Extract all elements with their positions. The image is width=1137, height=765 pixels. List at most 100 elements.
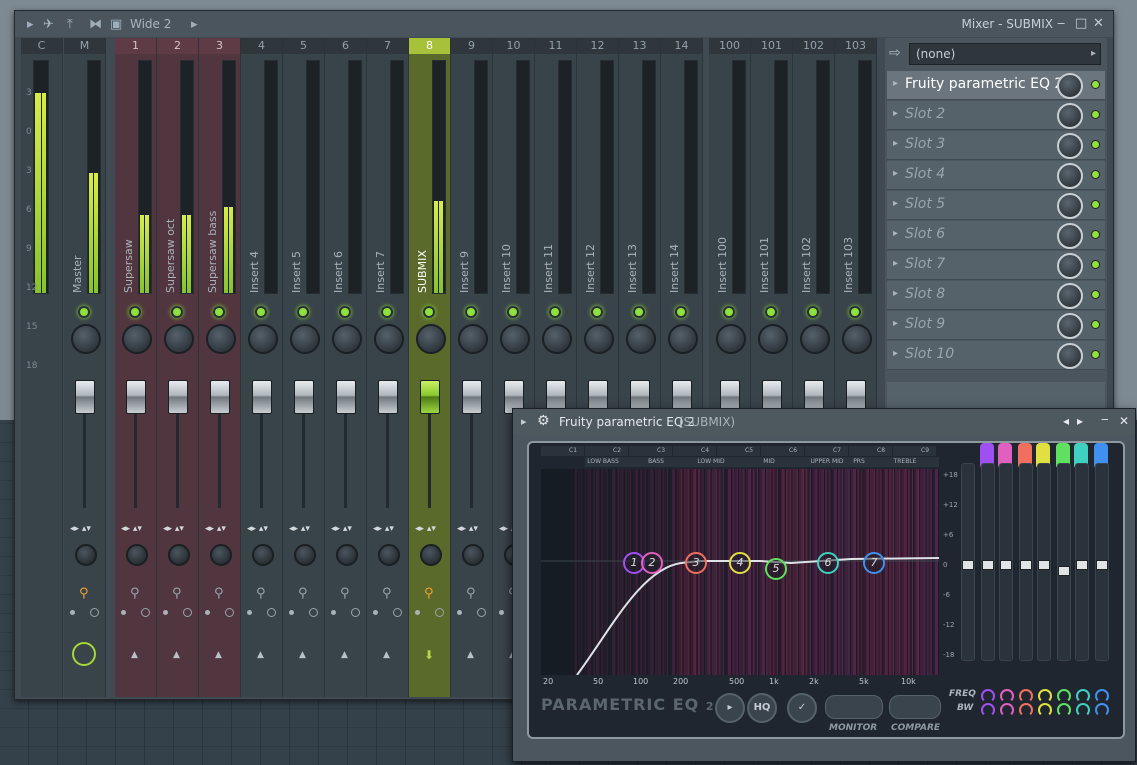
bw-knob[interactable] — [1095, 703, 1109, 717]
slider-handle[interactable] — [1058, 566, 1070, 576]
send-arrow-icon[interactable]: ▲ — [131, 650, 138, 660]
pan-knob[interactable] — [758, 324, 788, 354]
slot-enable-led[interactable] — [1091, 260, 1100, 269]
minimize-icon[interactable]: ‒ — [1057, 16, 1065, 31]
channel-enable-led[interactable] — [213, 306, 225, 318]
maximize-icon[interactable]: □ — [1075, 16, 1087, 31]
mixer-strip[interactable]: 5 Insert 5 ◂▸ ▴▾ ⚲ ▲ — [283, 38, 325, 697]
route-pin-icon[interactable]: ⚲ — [466, 586, 476, 601]
pan-knob[interactable] — [248, 324, 278, 354]
channel-enable-led[interactable] — [78, 306, 90, 318]
channel-name[interactable]: Insert 9 — [457, 98, 471, 293]
slider-handle[interactable] — [1020, 560, 1032, 570]
mixer-strip[interactable]: 3 Supersaw bass ◂▸ ▴▾ ⚲ ▲ — [199, 38, 241, 697]
solo-dot[interactable] — [415, 610, 420, 615]
stereo-swap-icon[interactable]: ◂▸ ▴▾ — [247, 524, 268, 534]
volume-fader[interactable] — [378, 380, 398, 414]
send-arrow-icon[interactable]: ⬇ — [424, 648, 434, 662]
bw-knob[interactable] — [1057, 703, 1071, 717]
channel-name[interactable]: Insert 6 — [331, 98, 345, 293]
pan-knob[interactable] — [500, 324, 530, 354]
effect-slot[interactable]: ▸ Slot 2 — [887, 101, 1105, 130]
slider-handle[interactable] — [962, 560, 974, 570]
volume-fader[interactable] — [126, 380, 146, 414]
slider-handle[interactable] — [1038, 560, 1050, 570]
eq-band-node[interactable]: 2 — [641, 552, 663, 574]
pan-knob[interactable] — [290, 324, 320, 354]
hq-button[interactable]: HQ — [747, 693, 777, 723]
channel-name[interactable]: Insert 4 — [247, 98, 261, 293]
stereo-separation-knob[interactable] — [75, 544, 97, 566]
solo-dot[interactable] — [331, 610, 336, 615]
pan-knob[interactable] — [458, 324, 488, 354]
stereo-separation-knob[interactable] — [378, 544, 400, 566]
input-select[interactable]: (none) ▸ — [909, 43, 1101, 65]
channel-name[interactable]: Master — [70, 98, 84, 293]
channel-enable-led[interactable] — [849, 306, 861, 318]
channel-name[interactable]: Insert 100 — [715, 98, 729, 293]
band-gain-slider[interactable] — [1057, 463, 1071, 661]
stereo-separation-knob[interactable] — [462, 544, 484, 566]
mixer-strip[interactable]: M Master ◂▸ ▴▾ ⚲ — [64, 38, 106, 697]
pan-knob[interactable] — [842, 324, 872, 354]
solo-dot[interactable] — [70, 610, 75, 615]
effect-slot[interactable]: ▸ Slot 10 — [887, 341, 1105, 370]
slot-mix-knob[interactable] — [1057, 103, 1083, 129]
freq-knob[interactable] — [1038, 689, 1052, 703]
slot-enable-led[interactable] — [1091, 350, 1100, 359]
mixer-strip[interactable]: 4 Insert 4 ◂▸ ▴▾ ⚲ ▲ — [241, 38, 283, 697]
channel-enable-led[interactable] — [807, 306, 819, 318]
channel-enable-led[interactable] — [465, 306, 477, 318]
channel-name[interactable]: Insert 102 — [799, 98, 813, 293]
effect-slot[interactable]: ▸ Slot 3 — [887, 131, 1105, 160]
route-pin-icon[interactable]: ⚲ — [424, 586, 434, 601]
slot-arrow-icon[interactable]: ▸ — [893, 228, 898, 239]
channel-name[interactable]: Insert 11 — [541, 98, 555, 293]
channel-name[interactable]: Supersaw — [121, 98, 135, 293]
slider-handle[interactable] — [1076, 560, 1088, 570]
send-arrow-icon[interactable]: ▲ — [215, 650, 222, 660]
solo-dot[interactable] — [457, 610, 462, 615]
send-arrow-icon[interactable]: ▲ — [299, 650, 306, 660]
channel-name[interactable]: Insert 103 — [841, 98, 855, 293]
channel-name[interactable]: Insert 14 — [667, 98, 681, 293]
volume-fader[interactable] — [168, 380, 188, 414]
channel-name[interactable]: Supersaw oct — [163, 98, 177, 293]
pan-knob[interactable] — [800, 324, 830, 354]
stereo-swap-icon[interactable]: ◂▸ ▴▾ — [457, 524, 478, 534]
bw-knob[interactable] — [1076, 703, 1090, 717]
latency-clock-icon[interactable] — [309, 608, 318, 617]
master-send-icon[interactable] — [72, 642, 96, 666]
pan-knob[interactable] — [542, 324, 572, 354]
pan-knob[interactable] — [668, 324, 698, 354]
eq-band-node[interactable]: 4 — [729, 552, 751, 574]
stereo-swap-icon[interactable]: ◂▸ ▴▾ — [373, 524, 394, 534]
slot-enable-led[interactable] — [1091, 230, 1100, 239]
play-button[interactable]: ▸ — [715, 693, 745, 723]
channel-enable-led[interactable] — [381, 306, 393, 318]
route-pin-icon[interactable]: ⚲ — [130, 586, 140, 601]
band-gain-slider[interactable] — [981, 463, 995, 661]
slider-handle[interactable] — [982, 560, 994, 570]
pan-knob[interactable] — [626, 324, 656, 354]
pan-knob[interactable] — [716, 324, 746, 354]
slot-arrow-icon[interactable]: ▸ — [893, 138, 898, 149]
channel-name[interactable]: Insert 101 — [757, 98, 771, 293]
slot-enable-led[interactable] — [1091, 170, 1100, 179]
minimize-icon[interactable]: ‒ — [1101, 412, 1109, 426]
mixer-strip[interactable]: 6 Insert 6 ◂▸ ▴▾ ⚲ ▲ — [325, 38, 367, 697]
close-icon[interactable]: ✕ — [1119, 414, 1129, 428]
channel-name[interactable]: Insert 5 — [289, 98, 303, 293]
latency-clock-icon[interactable] — [393, 608, 402, 617]
slot-arrow-icon[interactable]: ▸ — [893, 258, 898, 269]
stereo-separation-knob[interactable] — [420, 544, 442, 566]
slot-mix-knob[interactable] — [1057, 133, 1083, 159]
channel-enable-led[interactable] — [507, 306, 519, 318]
pan-knob[interactable] — [332, 324, 362, 354]
channel-name[interactable]: Insert 12 — [583, 98, 597, 293]
route-pin-icon[interactable]: ⚲ — [340, 586, 350, 601]
pan-knob[interactable] — [206, 324, 236, 354]
freq-knob[interactable] — [1057, 689, 1071, 703]
slot-mix-knob[interactable] — [1057, 313, 1083, 339]
pan-knob[interactable] — [122, 324, 152, 354]
